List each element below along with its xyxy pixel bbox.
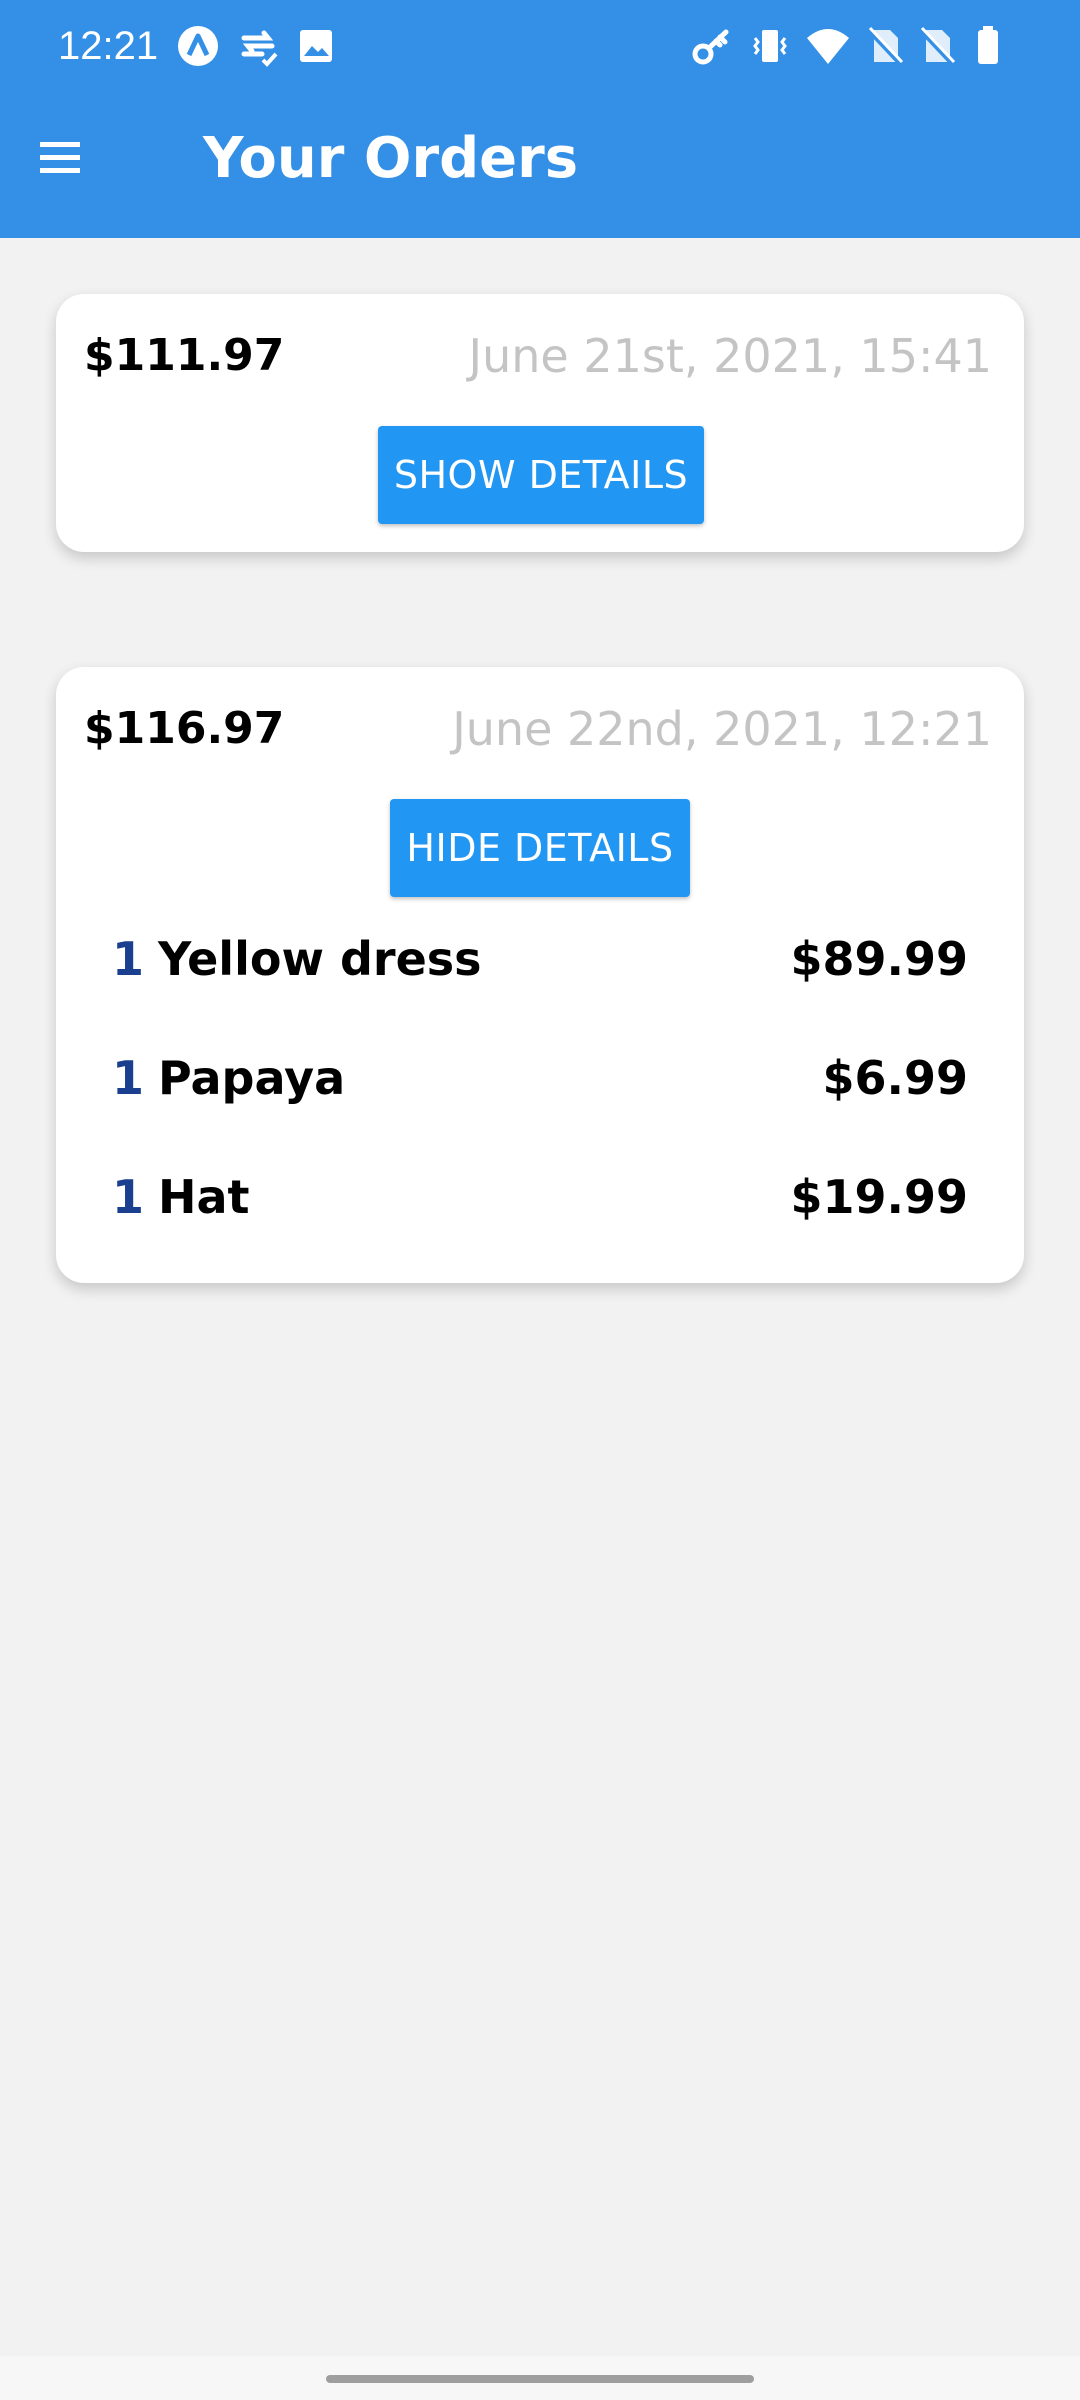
menu-icon[interactable] (34, 130, 90, 186)
item-quantity: 1 (112, 1051, 145, 1105)
a-logo-icon (178, 26, 218, 66)
item-price: $6.99 (822, 1051, 968, 1105)
order-date: June 21st, 2021, 15:41 (468, 329, 992, 383)
show-details-button[interactable]: SHOW DETAILS (378, 426, 704, 524)
order-card: $116.97 June 22nd, 2021, 12:21 HIDE DETA… (56, 667, 1024, 1283)
order-amount: $111.97 (84, 330, 285, 381)
no-sim-icon (918, 26, 956, 66)
status-time: 12:21 (58, 24, 159, 68)
status-bar: 12:21 (0, 0, 1080, 92)
page-title: Your Orders (203, 126, 579, 191)
item-price: $19.99 (790, 1170, 968, 1224)
item-quantity: 1 (112, 932, 145, 986)
battery-icon (978, 26, 998, 64)
app-bar: 12:21 Your Orders (0, 0, 1080, 238)
sync-icon (241, 30, 278, 67)
wifi-icon (807, 29, 849, 64)
item-price: $89.99 (790, 932, 968, 986)
order-date: June 22nd, 2021, 12:21 (452, 702, 992, 756)
order-item: 1 Yellow dress $89.99 (112, 927, 968, 991)
hide-details-button[interactable]: HIDE DETAILS (390, 799, 690, 897)
order-item: 1 Papaya $6.99 (112, 1046, 968, 1110)
navigation-bar (0, 2356, 1080, 2400)
image-icon (300, 30, 332, 62)
vibrate-icon (753, 30, 787, 62)
order-item: 1 Hat $19.99 (112, 1165, 968, 1229)
no-sim-icon (866, 26, 904, 66)
home-gesture-handle[interactable] (326, 2375, 754, 2383)
key-icon (692, 29, 729, 65)
order-card: $111.97 June 21st, 2021, 15:41 SHOW DETA… (56, 294, 1024, 552)
item-name: Papaya (158, 1051, 346, 1105)
item-quantity: 1 (112, 1170, 145, 1224)
order-amount: $116.97 (84, 703, 285, 754)
item-name: Yellow dress (158, 932, 482, 986)
item-name: Hat (158, 1170, 250, 1224)
